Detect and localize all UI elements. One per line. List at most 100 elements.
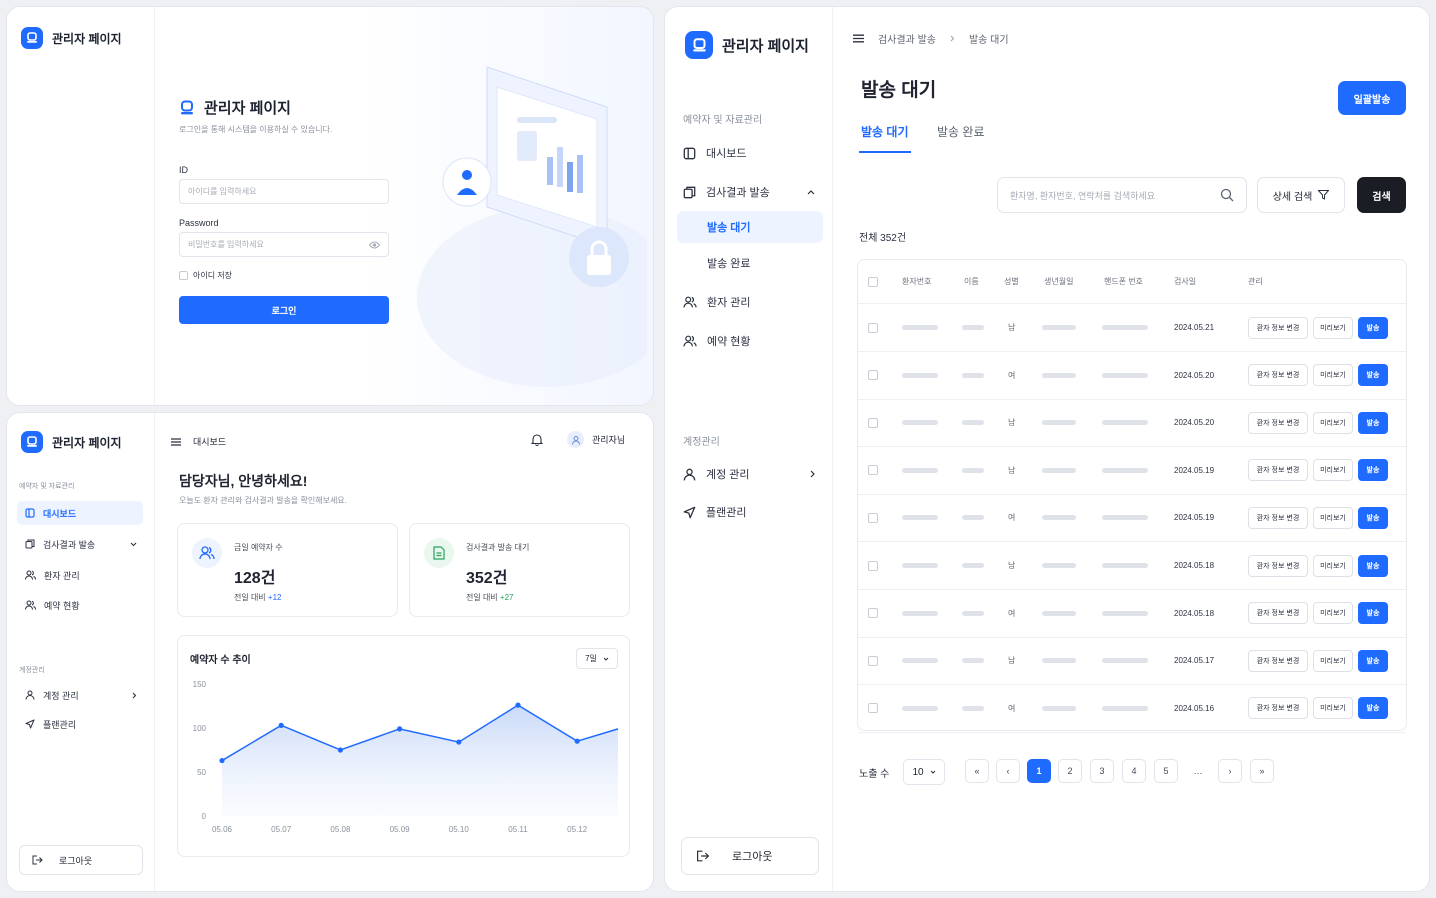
preview-button[interactable]: 미리보기 — [1313, 316, 1353, 339]
logout-button[interactable]: 로그아웃 — [681, 837, 819, 875]
page-button[interactable]: 1 — [1027, 759, 1051, 783]
name-redacted — [962, 420, 984, 426]
page-button[interactable]: 5 — [1154, 759, 1178, 783]
edit-patient-button[interactable]: 환자 정보 변경 — [1248, 411, 1308, 434]
edit-patient-button[interactable]: 환자 정보 변경 — [1248, 506, 1308, 529]
edit-patient-button[interactable]: 환자 정보 변경 — [1248, 554, 1308, 577]
tab-pending[interactable]: 발송 대기 — [859, 123, 911, 153]
edit-patient-button[interactable]: 환자 정보 변경 — [1248, 364, 1308, 387]
login-subtitle: 로그인을 통해 시스템을 이용하실 수 있습니다. — [179, 125, 333, 134]
row-checkbox[interactable] — [868, 370, 878, 381]
section-title: 계정관리 — [683, 437, 720, 448]
edit-patient-button[interactable]: 환자 정보 변경 — [1248, 316, 1308, 339]
result-table: 환자번호 이름 성별 생년월일 핸드폰 번호 검사일 관리 남 2024.05.2… — [857, 259, 1407, 733]
page-size-select[interactable]: 10 — [903, 759, 945, 785]
sidebar-item-send[interactable]: 검사결과 발송 — [677, 176, 823, 208]
search-input[interactable]: 환자명, 환자번호, 연락처를 검색하세요 — [997, 177, 1247, 213]
birthdate-redacted — [1042, 563, 1076, 568]
send-button[interactable]: 발송 — [1358, 554, 1388, 577]
eye-icon[interactable] — [369, 241, 380, 249]
bell-icon[interactable] — [531, 433, 543, 446]
preview-button[interactable]: 미리보기 — [1313, 506, 1353, 529]
preview-button[interactable]: 미리보기 — [1313, 459, 1353, 482]
stat-value: 128건 — [234, 570, 276, 587]
prev-page-button[interactable]: ‹ — [996, 759, 1020, 783]
next-page-button[interactable]: › — [1218, 759, 1242, 783]
send-button[interactable]: 발송 — [1358, 697, 1388, 720]
total-count: 전체 352건 — [859, 233, 907, 244]
y-tick-label: 100 — [193, 724, 207, 733]
remember-checkbox[interactable] — [179, 271, 188, 280]
row-checkbox[interactable] — [868, 512, 878, 523]
sidebar-item-reservations[interactable]: 예약 현황 — [17, 593, 143, 617]
row-checkbox[interactable] — [868, 608, 878, 619]
sidebar-item-pending[interactable]: 발송 대기 — [677, 211, 823, 243]
gender-cell: 여 — [1008, 608, 1016, 618]
send-button[interactable]: 발송 — [1358, 649, 1388, 672]
select-all-checkbox[interactable] — [868, 276, 878, 287]
page-button[interactable]: 3 — [1090, 759, 1114, 783]
edit-patient-button[interactable]: 환자 정보 변경 — [1248, 602, 1308, 625]
sidebar-item-dashboard[interactable]: 대시보드 — [17, 501, 143, 525]
column-header: 관리 — [1248, 277, 1263, 286]
page-button[interactable]: 2 — [1058, 759, 1082, 783]
sidebar-item-plan[interactable]: 플랜관리 — [677, 496, 823, 528]
send-button[interactable]: 발송 — [1358, 459, 1388, 482]
first-page-button[interactable]: « — [965, 759, 989, 783]
sidebar-item-patients[interactable]: 환자 관리 — [677, 286, 823, 318]
send-button[interactable]: 발송 — [1358, 411, 1388, 434]
search-button[interactable]: 검색 — [1357, 177, 1406, 213]
preview-button[interactable]: 미리보기 — [1313, 411, 1353, 434]
sidebar-item-dashboard[interactable]: 대시보드 — [677, 137, 823, 169]
row-checkbox[interactable] — [868, 655, 878, 666]
remember-id[interactable]: 아이디 저장 — [179, 270, 232, 281]
id-input[interactable]: 아이디를 입력하세요 — [179, 179, 389, 204]
name-redacted — [962, 325, 984, 330]
sidebar-item-patients[interactable]: 환자 관리 — [17, 563, 143, 587]
patient-number-redacted — [902, 563, 938, 568]
phone-redacted — [1102, 420, 1148, 426]
preview-button[interactable]: 미리보기 — [1313, 697, 1353, 720]
breadcrumb-item[interactable]: 검사결과 발송 — [878, 31, 936, 46]
detail-search-button[interactable]: 상세 검색 — [1257, 177, 1345, 213]
edit-patient-button[interactable]: 환자 정보 변경 — [1248, 649, 1308, 672]
edit-patient-button[interactable]: 환자 정보 변경 — [1248, 459, 1308, 482]
row-checkbox[interactable] — [868, 417, 878, 428]
row-checkbox[interactable] — [868, 322, 878, 333]
send-button[interactable]: 발송 — [1358, 506, 1388, 529]
bulk-send-button[interactable]: 일괄발송 — [1338, 81, 1406, 115]
edit-patient-button[interactable]: 환자 정보 변경 — [1248, 697, 1308, 720]
sidebar-item-reservations[interactable]: 예약 현황 — [677, 325, 823, 357]
row-checkbox[interactable] — [868, 703, 878, 714]
menu-icon[interactable] — [171, 437, 181, 446]
row-checkbox[interactable] — [868, 560, 878, 571]
last-page-button[interactable]: » — [1250, 759, 1274, 783]
user-menu[interactable]: 관리자님 — [567, 431, 625, 448]
section-title: 예약자 및 자료관리 — [683, 115, 763, 126]
phone-redacted — [1102, 467, 1148, 473]
sidebar-item-plan[interactable]: 플랜관리 — [17, 712, 143, 736]
password-input[interactable]: 비밀번호를 입력하세요 — [179, 232, 389, 257]
menu-icon[interactable] — [853, 34, 864, 43]
preview-button[interactable]: 미리보기 — [1313, 554, 1353, 577]
preview-button[interactable]: 미리보기 — [1313, 649, 1353, 672]
tab-sent[interactable]: 발송 완료 — [937, 123, 985, 140]
send-button[interactable]: 발송 — [1358, 602, 1388, 625]
table-row: 여 2024.05.16 환자 정보 변경 미리보기 발송 — [858, 685, 1406, 733]
sidebar-item-sent[interactable]: 발송 완료 — [677, 247, 823, 279]
send-button[interactable]: 발송 — [1358, 316, 1388, 339]
sidebar-item-account[interactable]: 계정 관리 — [17, 683, 143, 707]
sidebar-item-send[interactable]: 검사결과 발송 — [17, 532, 143, 556]
logout-button[interactable]: 로그아웃 — [19, 845, 143, 875]
list-sidebar: 관리자 페이지 예약자 및 자료관리 대시보드 검사결과 발송 발송 대기 발송… — [665, 7, 833, 891]
patient-number-redacted — [902, 467, 938, 473]
chart-point — [337, 747, 343, 753]
chart-card: 예약자 수 추이 7일 0 50 100 150 05.06 05.07 05.08 05.0… — [177, 635, 630, 857]
page-button[interactable]: 4 — [1122, 759, 1146, 783]
preview-button[interactable]: 미리보기 — [1313, 602, 1353, 625]
send-button[interactable]: 발송 — [1358, 364, 1388, 387]
sidebar-item-account[interactable]: 계정 관리 — [677, 458, 823, 490]
preview-button[interactable]: 미리보기 — [1313, 364, 1353, 387]
login-button[interactable]: 로그인 — [179, 296, 389, 324]
row-checkbox[interactable] — [868, 465, 878, 476]
